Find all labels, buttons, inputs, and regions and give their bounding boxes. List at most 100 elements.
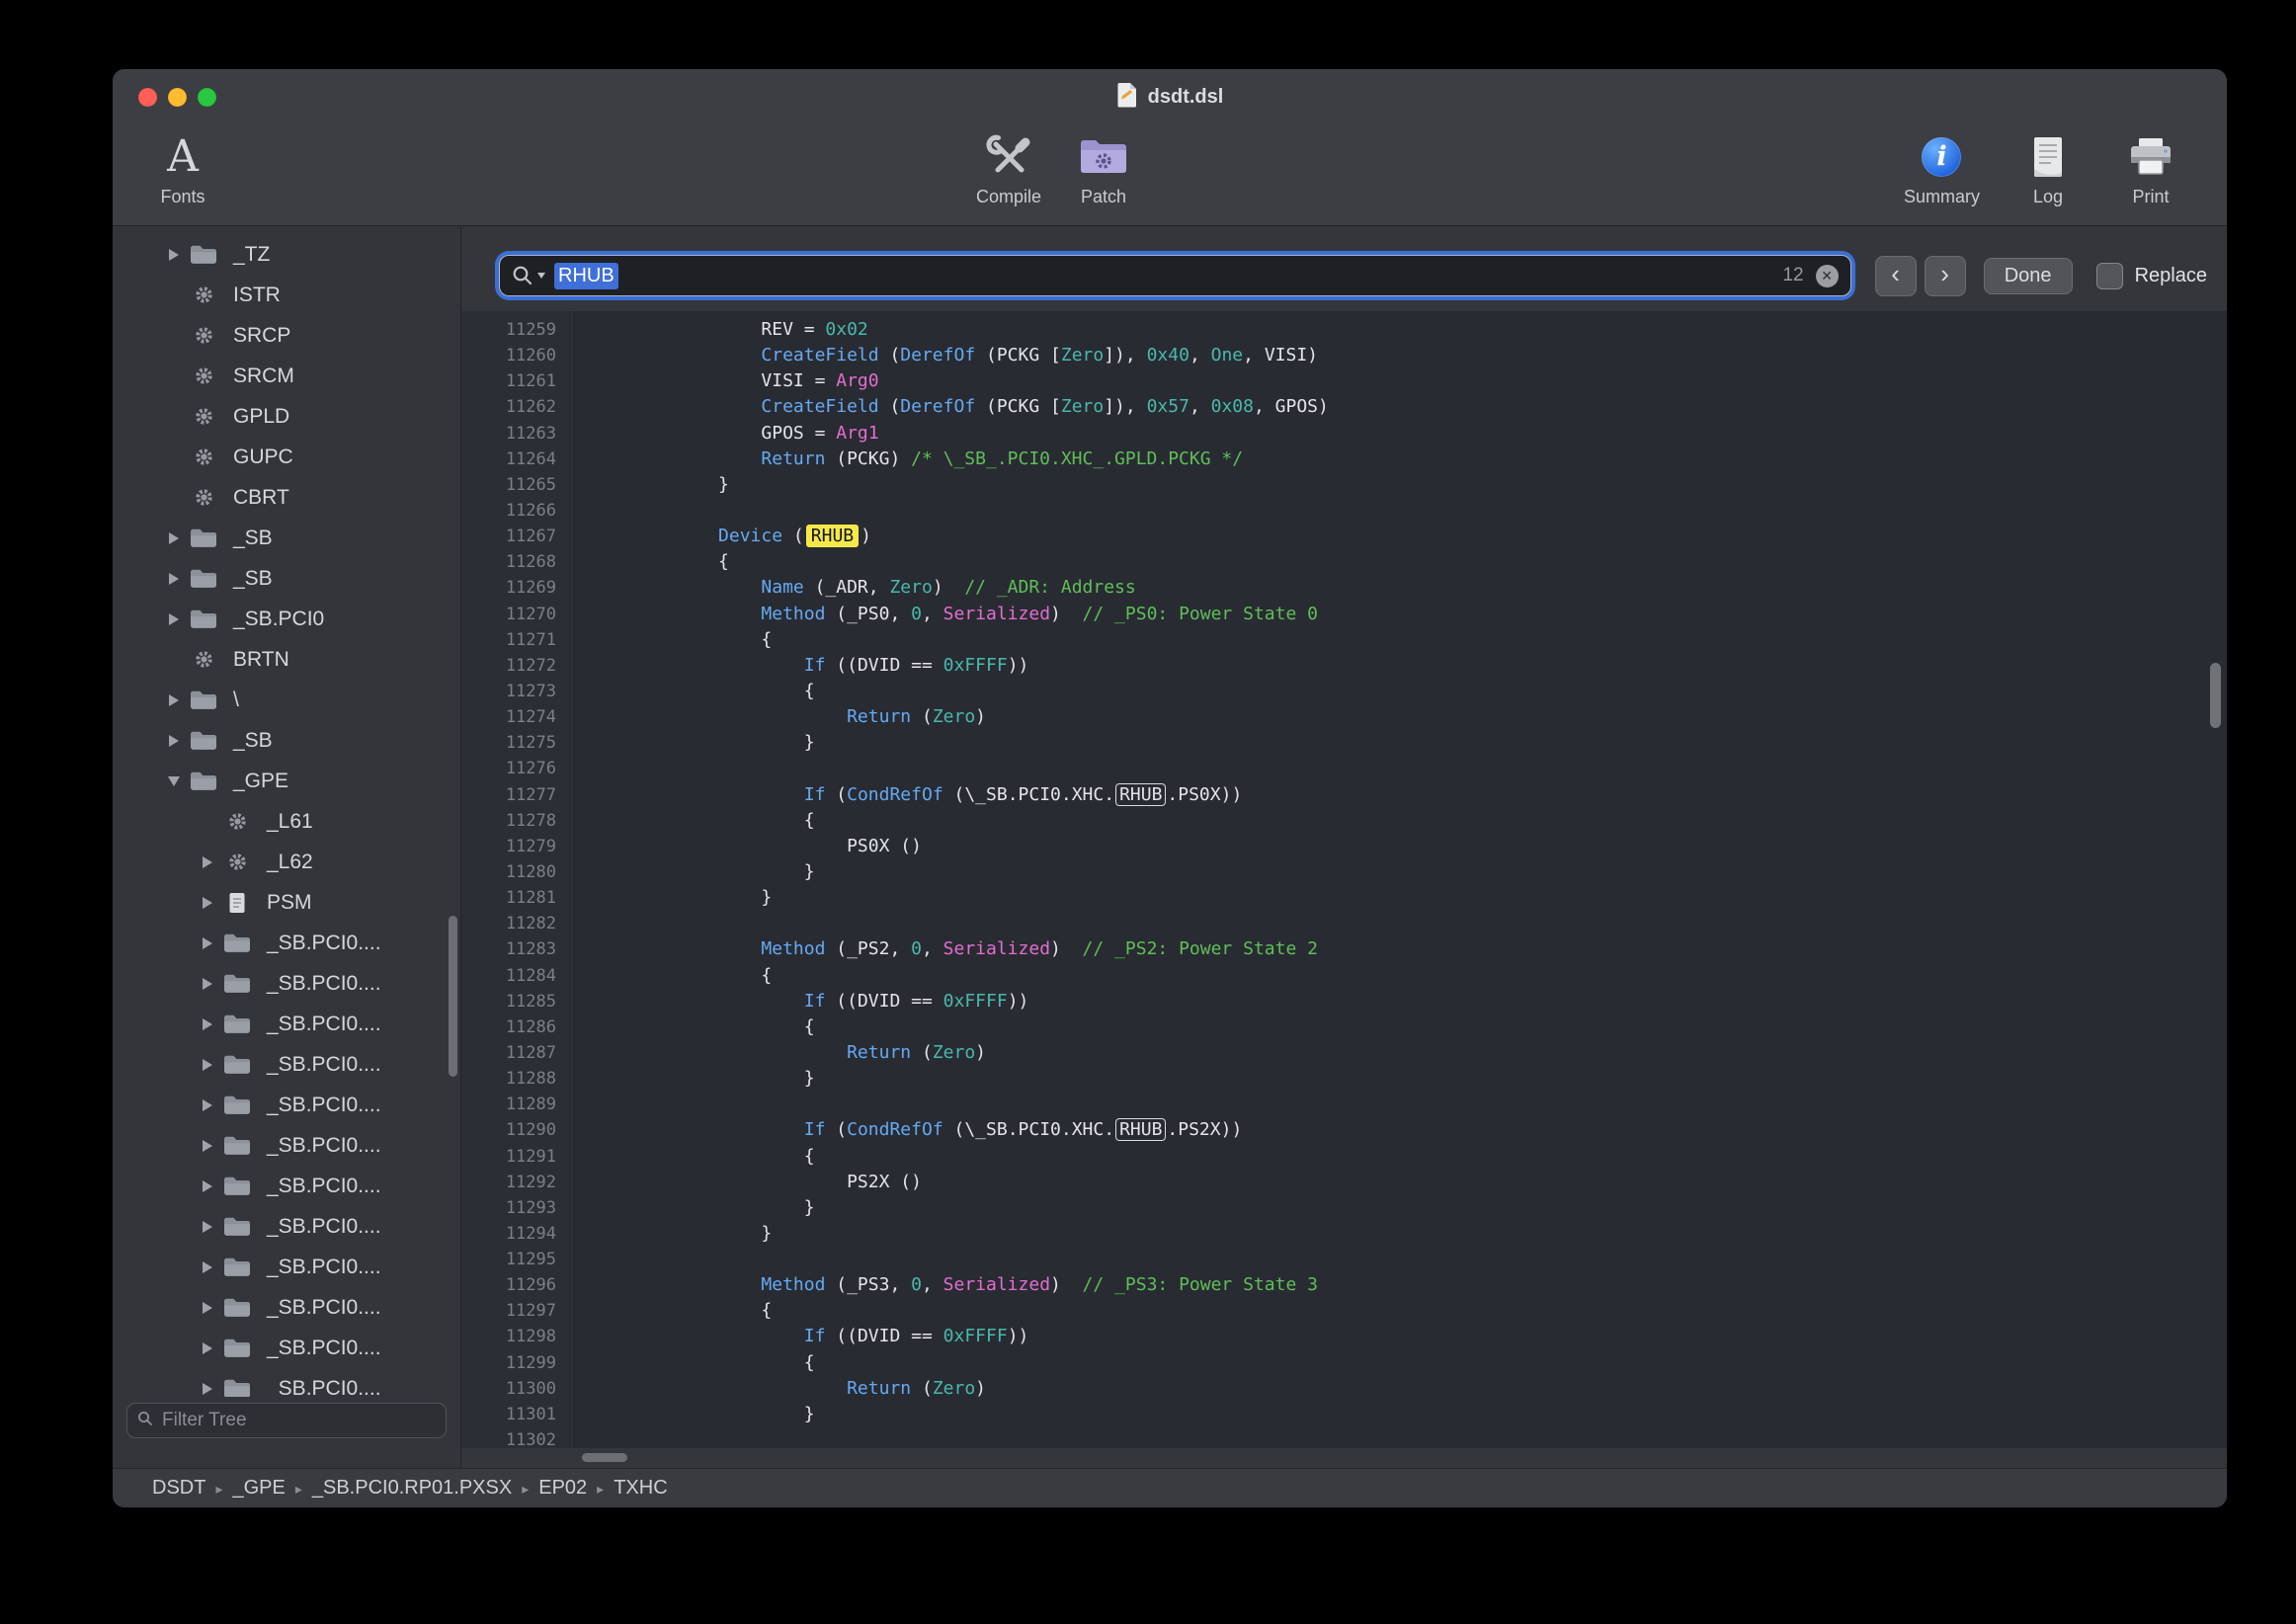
tree-item[interactable]: SRCP bbox=[113, 315, 460, 356]
breadcrumb-item[interactable]: _SB.PCI0.RP01.PXSX bbox=[312, 1477, 512, 1500]
tree-item[interactable]: GPLD bbox=[113, 396, 460, 437]
tree-item[interactable]: _SB.PCI0.... bbox=[113, 1125, 460, 1166]
tree-item[interactable]: _SB.PCI0.... bbox=[113, 1044, 460, 1085]
disclosure-triangle-collapsed-icon[interactable] bbox=[160, 613, 188, 625]
tree-item[interactable]: _L62 bbox=[113, 842, 460, 882]
tree-item[interactable]: _L61 bbox=[113, 801, 460, 842]
disclosure-triangle-collapsed-icon[interactable] bbox=[194, 1383, 221, 1395]
tree-item[interactable]: ISTR bbox=[113, 275, 460, 315]
compile-button[interactable]: Compile bbox=[974, 132, 1043, 207]
sidebar-scrollbar[interactable] bbox=[449, 916, 457, 1077]
line-number: 11280 bbox=[461, 859, 574, 885]
breadcrumb-item[interactable]: TXHC bbox=[614, 1477, 667, 1500]
tree-item[interactable]: BRTN bbox=[113, 639, 460, 680]
editor-horizontal-scrollbar[interactable] bbox=[582, 1453, 627, 1462]
tree-item[interactable]: _SB.PCI0 bbox=[113, 599, 460, 639]
tree-item[interactable]: SRCM bbox=[113, 356, 460, 396]
tree-item[interactable]: _SB bbox=[113, 558, 460, 599]
tree-item[interactable]: _SB.PCI0.... bbox=[113, 923, 460, 963]
disclosure-triangle-collapsed-icon[interactable] bbox=[194, 1018, 221, 1030]
tree-item[interactable]: _SB.PCI0.... bbox=[113, 1368, 460, 1397]
disclosure-triangle-collapsed-icon[interactable] bbox=[160, 573, 188, 585]
disclosure-triangle-collapsed-icon[interactable] bbox=[194, 1221, 221, 1233]
code-line: 11291 { bbox=[461, 1144, 2227, 1170]
disclosure-triangle-collapsed-icon[interactable] bbox=[160, 249, 188, 261]
log-icon bbox=[2029, 132, 2067, 182]
disclosure-triangle-expanded-icon[interactable] bbox=[160, 776, 188, 786]
editor-vertical-scrollbar[interactable] bbox=[2210, 663, 2221, 728]
tree-item[interactable]: _SB.PCI0.... bbox=[113, 1328, 460, 1368]
tree-item[interactable]: PSM bbox=[113, 882, 460, 923]
tree-item-label: GPLD bbox=[233, 405, 289, 429]
disclosure-triangle-collapsed-icon[interactable] bbox=[194, 856, 221, 868]
tree-item[interactable]: _SB.PCI0.... bbox=[113, 1206, 460, 1247]
disclosure-triangle-collapsed-icon[interactable] bbox=[160, 694, 188, 706]
disclosure-triangle-collapsed-icon[interactable] bbox=[194, 897, 221, 909]
code-editor[interactable]: 11259 REV = 0x0211260 CreateField (Deref… bbox=[461, 311, 2227, 1448]
summary-button[interactable]: i Summary bbox=[1904, 132, 1980, 207]
folder-icon bbox=[221, 1216, 253, 1237]
minimize-button[interactable] bbox=[168, 88, 187, 107]
disclosure-triangle-collapsed-icon[interactable] bbox=[194, 1099, 221, 1111]
replace-checkbox[interactable] bbox=[2096, 263, 2123, 289]
search-field[interactable]: RHUB 12 ✕ bbox=[499, 255, 1851, 296]
fonts-button[interactable]: A Fonts bbox=[148, 132, 217, 207]
tree-item[interactable]: _SB.PCI0.... bbox=[113, 1166, 460, 1206]
summary-info-icon: i bbox=[1922, 137, 1961, 177]
code-line: 11281 } bbox=[461, 885, 2227, 911]
zoom-button[interactable] bbox=[198, 88, 216, 107]
find-previous-button[interactable]: ‹ bbox=[1875, 256, 1917, 296]
code-line: 11275 } bbox=[461, 730, 2227, 756]
disclosure-triangle-collapsed-icon[interactable] bbox=[194, 978, 221, 990]
disclosure-triangle-collapsed-icon[interactable] bbox=[194, 1180, 221, 1192]
line-number: 11294 bbox=[461, 1221, 574, 1247]
tree-item[interactable]: _TZ bbox=[113, 234, 460, 275]
line-number: 11275 bbox=[461, 730, 574, 756]
line-number: 11295 bbox=[461, 1247, 574, 1272]
line-number: 11267 bbox=[461, 524, 574, 549]
line-number: 11260 bbox=[461, 343, 574, 368]
search-icon[interactable] bbox=[512, 265, 545, 286]
code-text: { bbox=[590, 629, 772, 650]
disclosure-triangle-collapsed-icon[interactable] bbox=[194, 1059, 221, 1071]
tree-item[interactable]: _SB.PCI0.... bbox=[113, 963, 460, 1004]
disclosure-triangle-collapsed-icon[interactable] bbox=[194, 1261, 221, 1273]
print-button[interactable]: Print bbox=[2116, 132, 2185, 207]
filter-tree-input[interactable] bbox=[160, 1409, 436, 1432]
log-button[interactable]: Log bbox=[2013, 132, 2083, 207]
search-query[interactable]: RHUB bbox=[554, 263, 618, 289]
breadcrumb-item[interactable]: EP02 bbox=[538, 1477, 587, 1500]
folder-icon bbox=[221, 1257, 253, 1277]
tree-item[interactable]: _GPE bbox=[113, 761, 460, 801]
tree-item[interactable]: _SB bbox=[113, 720, 460, 761]
close-button[interactable] bbox=[138, 88, 157, 107]
disclosure-triangle-collapsed-icon[interactable] bbox=[194, 1140, 221, 1152]
line-number: 11297 bbox=[461, 1298, 574, 1324]
method-icon bbox=[188, 649, 219, 670]
disclosure-triangle-collapsed-icon[interactable] bbox=[160, 735, 188, 747]
clear-search-button[interactable]: ✕ bbox=[1816, 265, 1839, 287]
code-text: { bbox=[590, 965, 772, 986]
done-button[interactable]: Done bbox=[1984, 258, 2073, 294]
tree-item[interactable]: GUPC bbox=[113, 437, 460, 477]
tree: _TZ ISTR SRCP SRCM GPLD GUPC CBRT _SB _S… bbox=[113, 226, 460, 1397]
tree-item[interactable]: \ bbox=[113, 680, 460, 720]
disclosure-triangle-collapsed-icon[interactable] bbox=[194, 1302, 221, 1314]
disclosure-triangle-collapsed-icon[interactable] bbox=[194, 937, 221, 949]
titlebar: dsdt.dsl bbox=[113, 69, 2227, 124]
disclosure-triangle-collapsed-icon[interactable] bbox=[160, 532, 188, 544]
tree-item[interactable]: _SB.PCI0.... bbox=[113, 1004, 460, 1044]
disclosure-triangle-collapsed-icon[interactable] bbox=[194, 1342, 221, 1354]
patch-button[interactable]: Patch bbox=[1069, 132, 1138, 207]
tree-item[interactable]: _SB.PCI0.... bbox=[113, 1247, 460, 1287]
tree-item[interactable]: _SB.PCI0.... bbox=[113, 1085, 460, 1125]
folder-icon bbox=[221, 1095, 253, 1115]
tree-item[interactable]: _SB bbox=[113, 518, 460, 558]
tree-item[interactable]: CBRT bbox=[113, 477, 460, 518]
find-next-button[interactable]: › bbox=[1925, 256, 1966, 296]
tree-item[interactable]: _SB.PCI0.... bbox=[113, 1287, 460, 1328]
breadcrumb-item[interactable]: DSDT bbox=[152, 1477, 205, 1500]
breadcrumb-item[interactable]: _GPE bbox=[232, 1477, 285, 1500]
code-line: 11299 { bbox=[461, 1350, 2227, 1376]
tree-item-label: _SB.PCI0.... bbox=[267, 1134, 381, 1158]
